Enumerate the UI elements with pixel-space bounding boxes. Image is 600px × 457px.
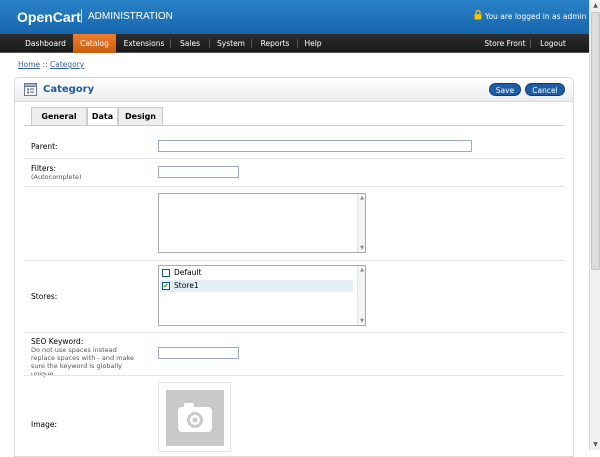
- stores-list-scrollbar[interactable]: ▲ ▼: [357, 266, 365, 325]
- breadcrumb-home[interactable]: Home: [18, 60, 40, 69]
- menu-separator: [297, 39, 298, 48]
- app-header: OpenCart ADMINISTRATION You are logged i…: [0, 0, 589, 34]
- tab-design[interactable]: Design: [118, 107, 163, 125]
- page-scrollbar-thumb[interactable]: [591, 12, 600, 270]
- image-label: Image:: [31, 420, 58, 429]
- filters-list-scrollbar[interactable]: ▲ ▼: [357, 194, 365, 252]
- seo-keyword-input[interactable]: [158, 347, 239, 359]
- stores-label: Stores:: [31, 292, 58, 301]
- breadcrumb: Home :: Category: [18, 60, 84, 69]
- menu-sales[interactable]: Sales: [172, 34, 208, 53]
- logged-in-text: You are logged in as admin: [485, 12, 587, 21]
- menu-dashboard[interactable]: Dashboard: [18, 34, 73, 53]
- image-placeholder: [166, 390, 224, 446]
- menu-separator: [251, 39, 252, 48]
- parent-input[interactable]: [158, 140, 472, 152]
- stores-list[interactable]: Default ✔ Store1 ▲ ▼: [158, 265, 366, 326]
- store-item-store1[interactable]: ✔ Store1: [160, 280, 353, 292]
- scroll-up-icon[interactable]: ▲: [358, 194, 366, 202]
- seo-label: SEO Keyword: Do not use spaces instead r…: [31, 337, 141, 378]
- row-divider: [24, 260, 564, 261]
- seo-help: Do not use spaces instead replace spaces…: [31, 346, 135, 378]
- category-form-box: Category Save Cancel General Data Design…: [14, 77, 574, 457]
- filters-label: Filters: (Autocomplete): [31, 164, 82, 181]
- scroll-down-icon[interactable]: ▼: [358, 317, 366, 325]
- cancel-button[interactable]: Cancel: [525, 83, 565, 96]
- lock-icon: [474, 10, 482, 20]
- page-title: Category: [43, 84, 95, 95]
- store-store1-label: Store1: [174, 281, 199, 290]
- tab-underline: [24, 125, 564, 126]
- breadcrumb-category[interactable]: Category: [50, 60, 84, 69]
- menu-logout[interactable]: Logout: [533, 34, 573, 53]
- menu-reports[interactable]: Reports: [253, 34, 297, 53]
- filters-list[interactable]: ▲ ▼: [158, 193, 366, 253]
- camera-icon: [178, 403, 212, 432]
- menu-catalog[interactable]: Catalog: [73, 34, 116, 53]
- menu-help[interactable]: Help: [299, 34, 327, 53]
- page-scrollbar[interactable]: ▲ ▼: [589, 0, 600, 450]
- admin-label: ADMINISTRATION: [88, 11, 173, 22]
- store-default-label: Default: [174, 268, 202, 277]
- main-menu: Dashboard Catalog Extensions Sales Syste…: [0, 34, 589, 53]
- parent-label: Parent:: [31, 142, 58, 151]
- scroll-up-icon[interactable]: ▲: [590, 0, 600, 11]
- tab-data[interactable]: Data: [87, 107, 118, 126]
- filters-label-text: Filters:: [31, 164, 57, 173]
- row-divider: [24, 332, 564, 333]
- category-icon: [24, 83, 37, 96]
- scroll-down-icon[interactable]: ▼: [358, 244, 366, 252]
- filters-help: (Autocomplete): [31, 173, 82, 181]
- logo-separator: [81, 9, 82, 23]
- filters-input[interactable]: [158, 166, 239, 178]
- app-logo[interactable]: OpenCart: [17, 9, 81, 25]
- menu-separator: [530, 39, 531, 48]
- store-store1-checkbox[interactable]: ✔: [162, 282, 170, 290]
- menu-separator: [170, 39, 171, 48]
- row-divider: [24, 186, 564, 187]
- row-divider: [24, 158, 564, 159]
- menu-separator: [209, 39, 210, 48]
- scroll-down-icon[interactable]: ▼: [590, 439, 600, 450]
- scroll-up-icon[interactable]: ▲: [358, 266, 366, 274]
- seo-label-text: SEO Keyword:: [31, 337, 84, 346]
- box-heading: Category Save Cancel: [15, 78, 573, 102]
- store-default-checkbox[interactable]: [162, 269, 170, 277]
- menu-system[interactable]: System: [211, 34, 251, 53]
- breadcrumb-separator: ::: [40, 60, 50, 69]
- row-divider: [24, 375, 564, 376]
- image-thumbnail[interactable]: [158, 382, 231, 452]
- store-item-default[interactable]: Default: [160, 267, 353, 279]
- tab-general[interactable]: General: [31, 107, 87, 125]
- menu-extensions[interactable]: Extensions: [119, 34, 169, 53]
- menu-store-front[interactable]: Store Front: [481, 34, 529, 53]
- save-button[interactable]: Save: [489, 83, 521, 96]
